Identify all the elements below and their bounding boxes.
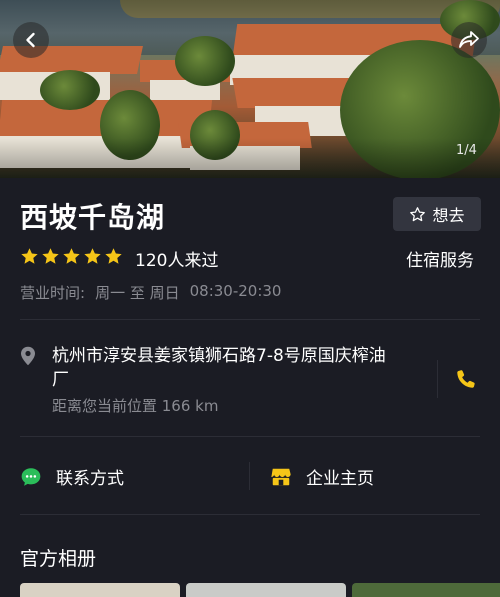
hours-days: 周一 至 周日 bbox=[95, 284, 180, 302]
category-label: 住宿服务 bbox=[406, 251, 474, 271]
divider bbox=[20, 319, 480, 320]
hero-photo[interactable]: 1/4 bbox=[0, 0, 500, 178]
tree-shape bbox=[175, 36, 235, 86]
hours-time: 08:30-20:30 bbox=[189, 282, 282, 300]
star-icon bbox=[63, 248, 80, 264]
hero-shade bbox=[0, 138, 500, 178]
share-icon bbox=[459, 31, 479, 48]
divider bbox=[20, 514, 480, 515]
back-button[interactable] bbox=[13, 22, 49, 58]
album-title: 官方相册 bbox=[20, 548, 97, 570]
contact-button[interactable]: 联系方式 bbox=[20, 464, 124, 489]
divider bbox=[437, 360, 438, 398]
star-icon bbox=[42, 248, 59, 264]
want-to-go-label: 想去 bbox=[432, 206, 465, 225]
album-thumbnail[interactable] bbox=[186, 583, 346, 597]
tree-shape bbox=[40, 70, 100, 110]
visit-count: 120人来过 bbox=[135, 251, 219, 271]
album-thumbnail[interactable] bbox=[352, 583, 500, 597]
place-title: 西坡千岛湖 bbox=[20, 201, 166, 234]
shop-icon bbox=[271, 468, 291, 485]
divider bbox=[20, 436, 480, 437]
chevron-left-icon bbox=[26, 32, 35, 48]
star-icon bbox=[105, 248, 122, 264]
phone-icon[interactable] bbox=[455, 368, 477, 390]
chat-bubble-icon bbox=[21, 467, 41, 486]
photo-counter: 1/4 bbox=[456, 143, 477, 158]
star-icon bbox=[84, 248, 101, 264]
address-text[interactable]: 杭州市淳安县姜家镇狮石路7-8号原国庆榨油厂 bbox=[52, 344, 392, 392]
contact-label: 联系方式 bbox=[56, 469, 124, 489]
album-thumbnail[interactable] bbox=[20, 583, 180, 597]
star-outline-icon bbox=[410, 206, 426, 221]
company-homepage-button[interactable]: 企业主页 bbox=[270, 464, 374, 489]
want-to-go-button[interactable]: 想去 bbox=[393, 197, 481, 231]
distance-text: 距离您当前位置 166 km bbox=[52, 397, 219, 415]
location-pin-icon bbox=[21, 346, 35, 366]
divider bbox=[249, 462, 250, 490]
star-icon bbox=[21, 248, 38, 264]
rating-stars bbox=[20, 247, 123, 266]
business-hours: 营业时间: 周一 至 周日 08:30-20:30 bbox=[20, 282, 281, 303]
hours-label: 营业时间: bbox=[20, 284, 86, 302]
album-thumbnails bbox=[20, 583, 500, 597]
company-label: 企业主页 bbox=[306, 469, 374, 489]
share-button[interactable] bbox=[451, 22, 487, 58]
